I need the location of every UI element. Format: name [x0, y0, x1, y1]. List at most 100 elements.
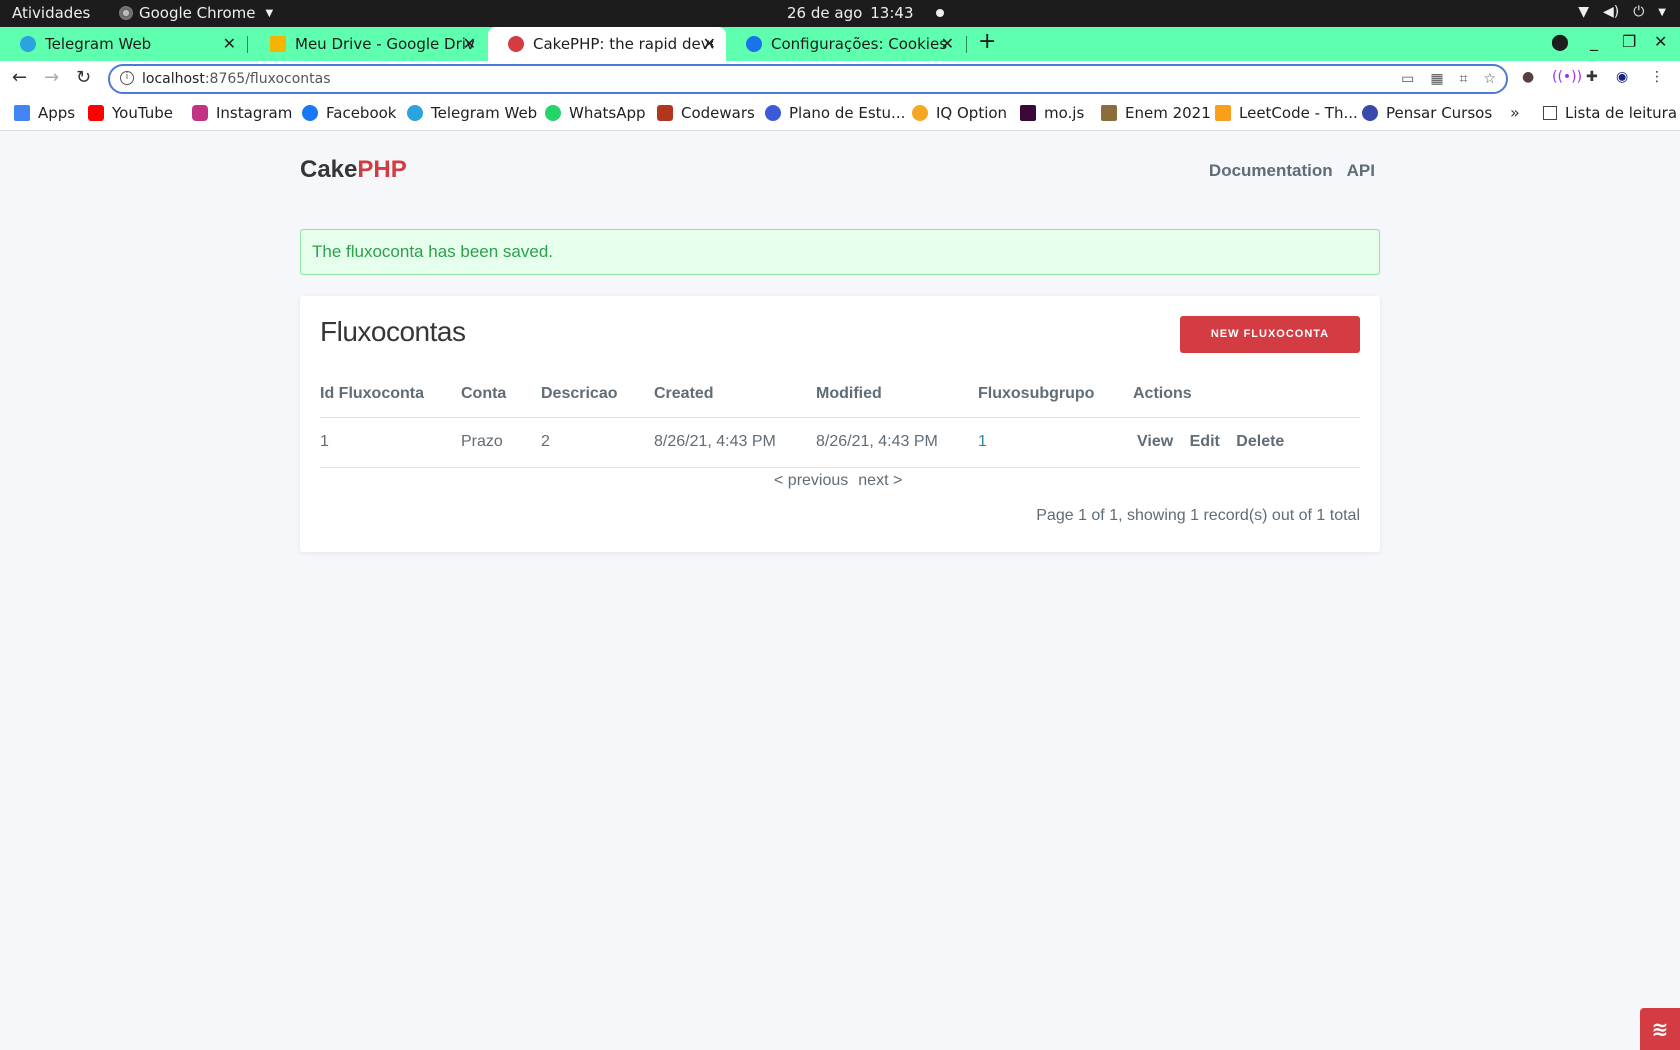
column-header-created[interactable]: Created: [654, 371, 816, 418]
site-info-icon[interactable]: i: [120, 71, 134, 85]
tab-divider: [247, 36, 248, 53]
close-window-icon[interactable]: ✕: [1654, 32, 1667, 51]
bookmark-label: Apps: [38, 104, 76, 122]
apps-grid-icon: [14, 105, 30, 121]
bookmark-iq-option[interactable]: IQ Option: [912, 104, 1007, 122]
column-header-conta[interactable]: Conta: [461, 371, 541, 418]
notification-dot-icon: [935, 9, 944, 17]
activities-button[interactable]: Atividades: [12, 4, 90, 22]
bookmarks-bar: Apps YouTube Instagram Facebook Telegram…: [0, 98, 1680, 131]
bookmark-youtube[interactable]: YouTube: [88, 104, 173, 122]
bookmark-label: Facebook: [326, 104, 397, 122]
bookmark-pensar-cursos[interactable]: Pensar Cursos: [1362, 104, 1492, 122]
next-page-link[interactable]: next >: [858, 472, 902, 490]
tab-search-icon[interactable]: ⬤: [1551, 32, 1569, 51]
os-top-bar: Atividades Google Chrome ▼ 26 de ago 13:…: [0, 0, 1680, 27]
bookmark-facebook[interactable]: Facebook: [302, 104, 396, 122]
bookmark-apps[interactable]: Apps: [14, 104, 75, 122]
forward-arrow-icon[interactable]: →: [44, 67, 59, 88]
cell-conta: Prazo: [461, 417, 541, 468]
close-icon[interactable]: ✕: [941, 34, 954, 53]
extensions-puzzle-icon[interactable]: ✚: [1586, 69, 1598, 85]
extension-radio-icon[interactable]: ((•)): [1552, 69, 1582, 85]
qr-code-icon[interactable]: ▦: [1430, 71, 1443, 87]
reload-icon[interactable]: ↻: [76, 67, 91, 88]
chevron-down-icon: ▼: [1658, 6, 1666, 18]
nav-documentation-link[interactable]: Documentation: [1209, 161, 1333, 181]
close-icon[interactable]: ✕: [223, 34, 236, 53]
address-bar[interactable]: i localhost:8765/fluxocontas ▭ ▦ ⌗ ☆: [108, 64, 1508, 94]
whatsapp-icon: [545, 105, 561, 121]
menu-kebab-icon[interactable]: ⋮: [1650, 69, 1664, 85]
drive-icon: [270, 36, 286, 52]
extension-k-icon[interactable]: ●: [1522, 69, 1534, 85]
url-path: :8765/fluxocontas: [204, 71, 331, 87]
app-menu[interactable]: Google Chrome ▼: [119, 4, 273, 22]
fluxocontas-table: Id Fluxoconta Conta Descricao Created Mo…: [320, 371, 1360, 468]
bookmark-mojs[interactable]: mo.js: [1020, 104, 1084, 122]
fluxocontas-index-card: Fluxocontas NEW FLUXOCONTA Id Fluxoconta…: [300, 296, 1380, 552]
instagram-icon: [192, 105, 208, 121]
edit-action-link[interactable]: Edit: [1190, 433, 1220, 450]
previous-page-link[interactable]: < previous: [774, 472, 848, 490]
new-tab-plus-icon[interactable]: +: [978, 29, 996, 54]
omnibox-actions: ▭ ▦ ⌗ ☆: [1401, 71, 1496, 87]
fluxosubgrupo-link[interactable]: 1: [978, 433, 987, 450]
enem-icon: [1101, 105, 1117, 121]
bookmark-plano-de-estudos[interactable]: Plano de Estu...: [765, 104, 905, 122]
nav-api-link[interactable]: API: [1347, 161, 1375, 181]
tab-title: Configurações: Cookies e: [771, 35, 951, 53]
bookmark-instagram[interactable]: Instagram: [192, 104, 292, 122]
tab-divider: [966, 36, 967, 53]
column-header-modified[interactable]: Modified: [816, 371, 978, 418]
tab-cakephp[interactable]: CakePHP: the rapid develo ✕: [488, 27, 726, 61]
debugkit-toolbar-icon[interactable]: ≋: [1640, 1008, 1680, 1050]
column-header-descricao[interactable]: Descricao: [541, 371, 654, 418]
column-header-fluxosubgrupo[interactable]: Fluxosubgrupo: [978, 371, 1133, 418]
url-host: localhost: [142, 71, 205, 87]
bookmark-label: IQ Option: [936, 104, 1008, 122]
bookmark-label: Instagram: [216, 104, 293, 122]
column-header-actions: Actions: [1133, 371, 1360, 418]
url-text[interactable]: localhost:8765/fluxocontas: [142, 71, 331, 87]
cast-icon[interactable]: ▭: [1401, 71, 1414, 87]
toolbar: ← → ↻ i localhost:8765/fluxocontas ▭ ▦ ⌗…: [0, 61, 1680, 98]
tab-title: Telegram Web: [45, 35, 152, 53]
back-arrow-icon[interactable]: ←: [12, 67, 27, 88]
system-tray[interactable]: ▼ ◀) ⏻ ▼: [1578, 4, 1666, 20]
view-action-link[interactable]: View: [1137, 433, 1173, 450]
more-bookmarks-chevron-icon[interactable]: »: [1510, 103, 1520, 122]
tab-telegram[interactable]: Telegram Web ✕: [0, 27, 246, 61]
close-icon[interactable]: ✕: [703, 34, 716, 53]
tab-google-drive[interactable]: Meu Drive - Google Drive ✕: [250, 27, 486, 61]
flash-success-message[interactable]: The fluxoconta has been saved.: [300, 229, 1380, 275]
bookmark-codewars[interactable]: Codewars: [657, 104, 755, 122]
bookmark-telegram[interactable]: Telegram Web: [407, 104, 537, 122]
brand-cake: Cake: [300, 156, 358, 183]
profile-avatar-icon[interactable]: ◉: [1616, 69, 1628, 85]
brand-logo[interactable]: CakePHP: [300, 156, 407, 184]
bookmark-label: Plano de Estu...: [789, 104, 906, 122]
column-header-id[interactable]: Id Fluxoconta: [320, 371, 461, 418]
paginator: < previous next >: [774, 472, 902, 490]
close-icon[interactable]: ✕: [463, 34, 476, 53]
bookmark-enem[interactable]: Enem 2021: [1101, 104, 1211, 122]
translate-icon[interactable]: ⌗: [1460, 71, 1468, 87]
clock[interactable]: 26 de ago 13:43: [787, 4, 944, 22]
volume-icon: ◀): [1602, 4, 1620, 20]
telegram-icon: [407, 105, 423, 121]
app-name: Google Chrome: [139, 4, 256, 22]
cakephp-icon: [508, 36, 524, 52]
bookmark-whatsapp[interactable]: WhatsApp: [545, 104, 646, 122]
pensar-icon: [1362, 105, 1378, 121]
telegram-icon: [20, 36, 36, 52]
delete-action-link[interactable]: Delete: [1236, 433, 1284, 450]
facebook-icon: [302, 105, 318, 121]
bookmark-star-icon[interactable]: ☆: [1483, 71, 1496, 87]
new-fluxoconta-button[interactable]: NEW FLUXOCONTA: [1180, 316, 1360, 353]
bookmark-leetcode[interactable]: LeetCode - Th...: [1215, 104, 1358, 122]
tab-settings-cookies[interactable]: Configurações: Cookies e ✕: [726, 27, 964, 61]
minimize-icon[interactable]: _: [1590, 32, 1598, 51]
reading-list-button[interactable]: Lista de leitura: [1543, 104, 1677, 122]
restore-icon[interactable]: ❐: [1622, 32, 1636, 51]
